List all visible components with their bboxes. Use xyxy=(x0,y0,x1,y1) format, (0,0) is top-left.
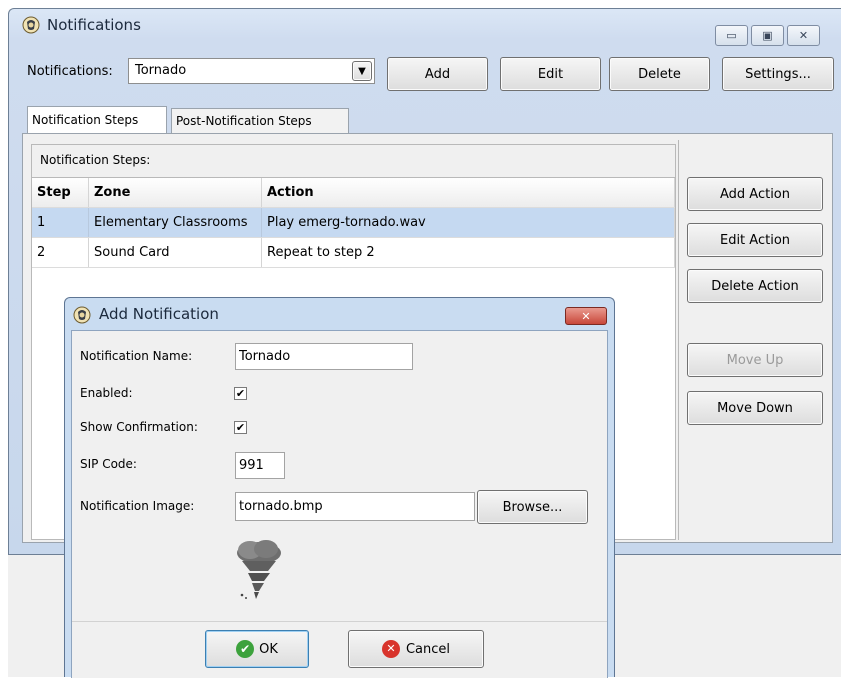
tab-post-notification-steps-label: Post-Notification Steps xyxy=(176,114,312,128)
browse-button[interactable]: Browse... xyxy=(477,490,588,524)
window-title: Notifications xyxy=(47,16,141,34)
tornado-image xyxy=(232,537,286,601)
add-notification-dialog: Add Notification ✕ Notification Name: En… xyxy=(64,297,615,678)
checkmark-icon: ✔ xyxy=(235,421,246,434)
cell-step: 1 xyxy=(32,207,89,238)
show-confirmation-checkbox[interactable]: ✔ xyxy=(234,421,247,434)
notification-name-input[interactable] xyxy=(235,343,413,370)
edit-button[interactable]: Edit xyxy=(500,57,601,91)
dialog-close-button[interactable]: ✕ xyxy=(565,307,607,325)
dialog-app-icon xyxy=(73,306,91,324)
dialog-title: Add Notification xyxy=(99,305,219,323)
delete-button[interactable]: Delete xyxy=(609,57,710,91)
notification-image-input[interactable] xyxy=(235,492,475,521)
ok-label: OK xyxy=(259,641,278,657)
enabled-checkbox[interactable]: ✔ xyxy=(234,387,247,400)
cell-zone: Sound Card xyxy=(88,237,262,268)
minimize-button[interactable]: ▭ xyxy=(715,25,748,46)
dialog-button-bar xyxy=(72,621,607,679)
close-icon: ✕ xyxy=(798,29,809,42)
minimize-icon: ▭ xyxy=(726,29,737,42)
cell-action: Repeat to step 2 xyxy=(261,237,675,268)
sip-code-label: SIP Code: xyxy=(80,457,137,471)
cell-action: Play emerg-tornado.wav xyxy=(261,207,675,238)
notifications-label: Notifications: xyxy=(27,64,113,79)
cancel-button[interactable]: ✕ Cancel xyxy=(348,630,484,668)
column-header-action[interactable]: Action xyxy=(261,178,675,208)
checkmark-icon: ✔ xyxy=(235,387,246,400)
tab-notification-steps-label: Notification Steps xyxy=(32,113,139,127)
sip-code-input[interactable] xyxy=(235,452,285,479)
ok-icon: ✔ xyxy=(236,640,255,658)
show-confirmation-label: Show Confirmation: xyxy=(80,420,198,434)
maximize-button[interactable]: ▣ xyxy=(751,25,784,46)
column-header-step[interactable]: Step xyxy=(32,178,89,208)
app-icon xyxy=(22,16,40,34)
move-up-button[interactable]: Move Up xyxy=(687,343,823,377)
table-header-row: Step Zone Action xyxy=(32,178,675,208)
enabled-label: Enabled: xyxy=(80,386,133,400)
tab-notification-steps[interactable]: Notification Steps xyxy=(27,106,167,133)
cell-zone: Elementary Classrooms xyxy=(88,207,262,238)
move-down-button[interactable]: Move Down xyxy=(687,391,823,425)
panel-divider xyxy=(678,140,679,540)
close-icon: ✕ xyxy=(581,309,591,323)
cell-step: 2 xyxy=(32,237,89,268)
notification-image-label: Notification Image: xyxy=(80,499,195,513)
cancel-icon: ✕ xyxy=(381,640,400,658)
maximize-icon: ▣ xyxy=(762,29,773,42)
notification-select-value: Tornado xyxy=(135,63,187,78)
column-header-zone[interactable]: Zone xyxy=(88,178,262,208)
add-action-button[interactable]: Add Action xyxy=(687,177,823,211)
cancel-label: Cancel xyxy=(405,641,451,657)
notification-name-label: Notification Name: xyxy=(80,349,193,363)
edit-action-button[interactable]: Edit Action xyxy=(687,223,823,257)
table-row[interactable]: 2 Sound Card Repeat to step 2 xyxy=(32,237,675,268)
dialog-body: Notification Name: Enabled: ✔ Show Confi… xyxy=(71,330,608,678)
ok-button[interactable]: ✔ OK xyxy=(205,630,309,668)
notification-select[interactable]: Tornado ▼ xyxy=(128,58,375,84)
steps-label: Notification Steps: xyxy=(40,153,151,167)
close-button[interactable]: ✕ xyxy=(787,25,820,46)
settings-button[interactable]: Settings... xyxy=(722,57,834,91)
tab-post-notification-steps[interactable]: Post-Notification Steps xyxy=(171,108,349,133)
dropdown-arrow-icon[interactable]: ▼ xyxy=(352,61,372,81)
table-row[interactable]: 1 Elementary Classrooms Play emerg-torna… xyxy=(32,207,675,238)
add-button[interactable]: Add xyxy=(387,57,488,91)
delete-action-button[interactable]: Delete Action xyxy=(687,269,823,303)
